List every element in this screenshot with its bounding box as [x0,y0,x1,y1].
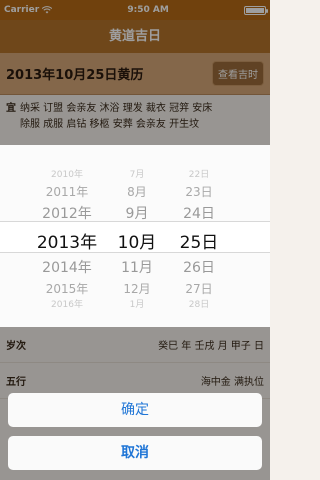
check-auspicious-time-button[interactable]: 查看吉时 [212,61,264,86]
picker-day-item[interactable]: 26日 [170,257,228,277]
battery-icon [243,5,268,15]
yi-text-1: 纳采 订盟 会亲友 沐浴 理发 裁衣 冠笄 安床 [20,103,213,114]
picker-month-item[interactable]: 8月 [108,183,166,200]
yi-label: 宜 [6,103,16,114]
picker-day-item[interactable]: 28日 [170,297,228,310]
picker-day-item[interactable]: 24日 [170,203,228,223]
picker-year-selected[interactable]: 2013年 [28,228,106,253]
picker-month-item[interactable]: 7月 [108,167,166,180]
picker-year-item[interactable]: 2012年 [28,203,106,223]
yi-section: 宜纳采 订盟 会亲友 沐浴 理发 裁衣 冠笄 安床 除服 成服 启钻 移柩 安葬… [0,95,270,145]
picker-month-item[interactable]: 1月 [108,297,166,310]
nav-title: 黄道吉日 [0,20,270,53]
picker-year-item[interactable]: 2011年 [28,183,106,200]
picker-month-item[interactable]: 11月 [108,257,166,277]
row-label: 岁次 [6,341,26,352]
wifi-icon [42,6,53,14]
carrier-label: Carrier [4,5,40,15]
picker-year-item[interactable]: 2014年 [28,257,106,277]
picker-day-column[interactable]: 22日 23日 24日 25日 26日 27日 28日 [170,145,228,327]
picker-year-item[interactable]: 2015年 [28,280,106,297]
picker-day-item[interactable]: 27日 [170,280,228,297]
picker-day-item[interactable]: 23日 [170,183,228,200]
date-picker[interactable]: 2010年 2011年 2012年 2013年 2014年 2015年 2016… [0,145,270,327]
date-title: 2013年10月25日黄历 [6,68,144,83]
date-header: 2013年10月25日黄历 查看吉时 [0,53,270,95]
picker-month-selected[interactable]: 10月 [108,228,166,253]
picker-day-selected[interactable]: 25日 [170,228,228,253]
cancel-button[interactable]: 取消 [8,436,262,470]
yi-text-2: 除服 成服 启钻 移柩 安葬 会亲友 开生坟 [20,119,200,130]
yi-line-1: 宜纳采 订盟 会亲友 沐浴 理发 裁衣 冠笄 安床 [6,101,264,117]
row-value: 癸巳 年 壬戌 月 甲子 日 [158,341,264,352]
confirm-button[interactable]: 确定 [8,393,262,427]
status-bar: Carrier 9:50 AM [0,0,270,20]
row-label: 五行 [6,377,26,388]
row-value: 海中金 满执位 [200,377,264,388]
row-suici: 岁次 癸巳 年 壬戌 月 甲子 日 [0,327,270,363]
status-time: 9:50 AM [127,5,169,15]
picker-month-item[interactable]: 9月 [108,203,166,223]
picker-year-item[interactable]: 2016年 [28,297,106,310]
status-left: Carrier [4,5,53,15]
picker-month-column[interactable]: 7月 8月 9月 10月 11月 12月 1月 [108,145,166,327]
picker-year-column[interactable]: 2010年 2011年 2012年 2013年 2014年 2015年 2016… [28,145,106,327]
picker-month-item[interactable]: 12月 [108,280,166,297]
picker-year-item[interactable]: 2010年 [28,167,106,180]
picker-day-item[interactable]: 22日 [170,167,228,180]
